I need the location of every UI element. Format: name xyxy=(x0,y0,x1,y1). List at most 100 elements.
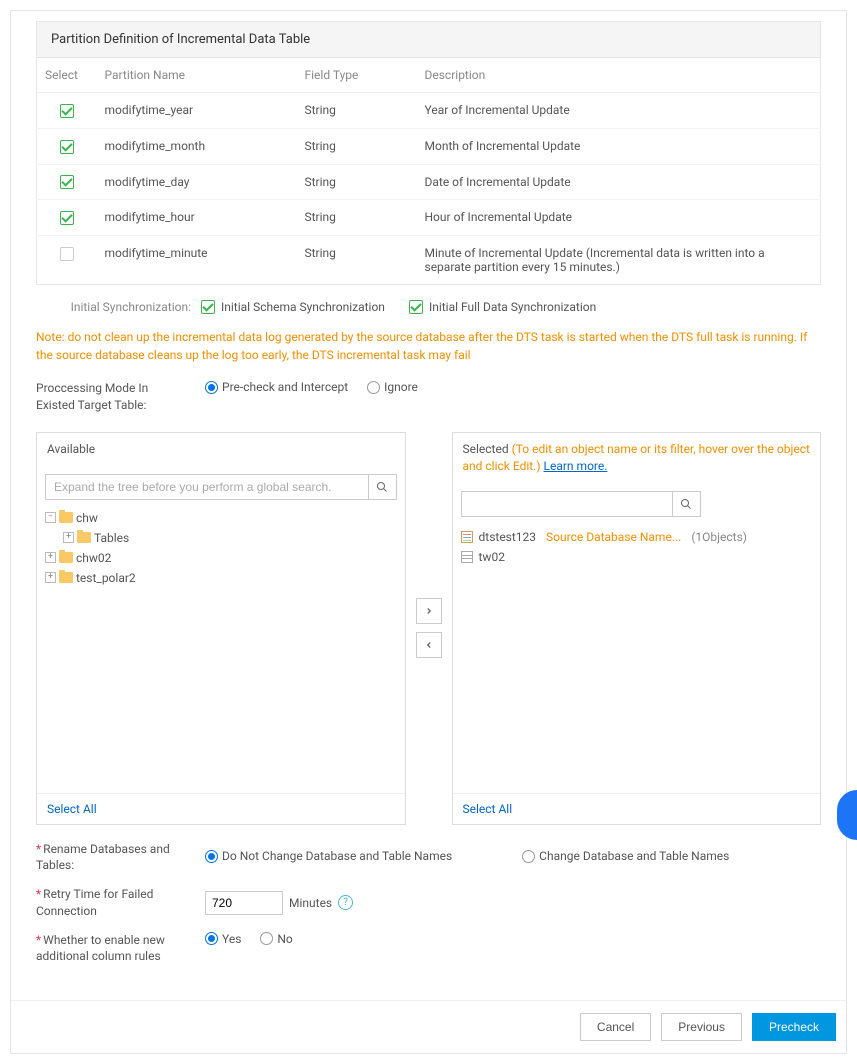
retry-unit: Minutes xyxy=(289,896,332,910)
radio-icon xyxy=(522,850,535,863)
row-type: String xyxy=(297,93,417,129)
previous-button[interactable]: Previous xyxy=(661,1013,742,1041)
full-data-sync-label: Initial Full Data Synchronization xyxy=(429,300,596,314)
radio-icon xyxy=(205,850,218,863)
table-row: modifytime_month String Month of Increme… xyxy=(37,128,821,164)
rename-label: Rename Databases and Tables: xyxy=(36,841,191,875)
row-desc: Month of Incremental Update xyxy=(417,128,821,164)
processing-mode-label: Proccessing Mode In Existed Target Table… xyxy=(36,380,191,414)
available-search-button[interactable] xyxy=(368,475,396,499)
folder-icon xyxy=(59,512,73,523)
tree-label: test_polar2 xyxy=(76,571,136,585)
tree-node-test-polar2[interactable]: + test_polar2 xyxy=(45,568,397,588)
cancel-button[interactable]: Cancel xyxy=(580,1013,651,1041)
change-names-label: Change Database and Table Names xyxy=(539,849,729,863)
selected-item-count: (1Objects) xyxy=(691,530,747,544)
help-icon[interactable]: ? xyxy=(338,895,353,910)
tree-node-chw[interactable]: − chw xyxy=(45,508,397,528)
expand-icon[interactable]: + xyxy=(45,552,56,563)
available-panel: Available − chw + xyxy=(36,432,406,825)
row-checkbox[interactable] xyxy=(60,140,74,154)
move-left-button[interactable] xyxy=(416,632,442,658)
row-name: modifytime_year xyxy=(97,93,297,129)
row-desc: Hour of Incremental Update xyxy=(417,200,821,236)
precheck-intercept-option[interactable]: Pre-check and Intercept xyxy=(205,380,348,394)
row-desc: Year of Incremental Update xyxy=(417,93,821,129)
col-header-select: Select xyxy=(37,58,97,93)
row-desc: Date of Incremental Update xyxy=(417,164,821,200)
no-label: No xyxy=(277,932,292,946)
selected-item-label: dtstest123 xyxy=(479,530,537,544)
available-title: Available xyxy=(37,433,405,466)
yes-label: Yes xyxy=(222,932,241,946)
row-checkbox[interactable] xyxy=(60,175,74,189)
partition-table: Select Partition Name Field Type Descrip… xyxy=(36,58,821,285)
available-search-input[interactable] xyxy=(46,475,368,499)
row-type: String xyxy=(297,236,417,285)
radio-icon xyxy=(205,932,218,945)
selected-panel: Selected (To edit an object name or its … xyxy=(452,432,822,825)
row-name: modifytime_day xyxy=(97,164,297,200)
row-name: modifytime_month xyxy=(97,128,297,164)
ignore-option[interactable]: Ignore xyxy=(367,380,418,394)
selected-search-input[interactable] xyxy=(462,492,672,516)
col-header-type: Field Type xyxy=(297,58,417,93)
table-row: modifytime_day String Date of Incrementa… xyxy=(37,164,821,200)
row-desc: Minute of Incremental Update (Incrementa… xyxy=(417,236,821,285)
col-header-name: Partition Name xyxy=(97,58,297,93)
row-checkbox[interactable] xyxy=(60,211,74,225)
schema-sync-checkbox[interactable] xyxy=(201,300,215,314)
tree-label: chw02 xyxy=(76,551,111,565)
tree-label: Tables xyxy=(94,531,129,545)
new-col-no-option[interactable]: No xyxy=(260,932,292,946)
selected-item-dtstest123[interactable]: dtstest123 Source Database Name... (1Obj… xyxy=(461,527,813,547)
new-col-yes-option[interactable]: Yes xyxy=(205,932,241,946)
table-row: modifytime_year String Year of Increment… xyxy=(37,93,821,129)
schema-sync-label: Initial Schema Synchronization xyxy=(221,300,385,314)
table-row: modifytime_hour String Hour of Increment… xyxy=(37,200,821,236)
search-icon xyxy=(376,481,388,493)
tree-node-tables[interactable]: + Tables xyxy=(63,528,397,548)
table-icon xyxy=(461,551,473,563)
chevron-left-icon xyxy=(424,640,434,650)
radio-icon xyxy=(205,381,218,394)
selected-item-source: Source Database Name... xyxy=(546,530,681,544)
folder-icon xyxy=(77,532,91,543)
precheck-intercept-label: Pre-check and Intercept xyxy=(222,380,348,394)
folder-icon xyxy=(59,552,73,563)
do-not-change-option[interactable]: Do Not Change Database and Table Names xyxy=(205,849,452,863)
selected-select-all[interactable]: Select All xyxy=(463,802,513,816)
row-type: String xyxy=(297,200,417,236)
full-data-sync-checkbox[interactable] xyxy=(409,300,423,314)
expand-icon[interactable]: + xyxy=(45,572,56,583)
precheck-button[interactable]: Precheck xyxy=(752,1013,836,1041)
search-icon xyxy=(680,498,692,510)
row-name: modifytime_minute xyxy=(97,236,297,285)
selected-item-tw02[interactable]: tw02 xyxy=(461,547,813,567)
available-select-all[interactable]: Select All xyxy=(47,802,97,816)
retry-time-input[interactable] xyxy=(205,891,283,915)
selected-search-button[interactable] xyxy=(672,492,700,516)
ignore-label: Ignore xyxy=(384,380,418,394)
selected-hint: (To edit an object name or its filter, h… xyxy=(463,442,810,473)
tree-label: chw xyxy=(76,511,98,525)
radio-icon xyxy=(260,932,273,945)
row-name: modifytime_hour xyxy=(97,200,297,236)
row-checkbox[interactable] xyxy=(60,247,74,261)
folder-icon xyxy=(59,572,73,583)
chevron-right-icon xyxy=(424,606,434,616)
learn-more-link[interactable]: Learn more. xyxy=(544,459,608,473)
initial-sync-label: Initial Synchronization: xyxy=(36,300,191,314)
col-header-desc: Description xyxy=(417,58,821,93)
collapse-icon[interactable]: − xyxy=(45,512,56,523)
change-names-option[interactable]: Change Database and Table Names xyxy=(522,849,729,863)
row-type: String xyxy=(297,128,417,164)
partition-panel-title: Partition Definition of Incremental Data… xyxy=(36,21,821,58)
warning-note: Note: do not clean up the incremental da… xyxy=(36,328,821,364)
expand-icon[interactable]: + xyxy=(63,532,74,543)
new-column-rules-label: Whether to enable new additional column … xyxy=(36,932,191,966)
row-checkbox[interactable] xyxy=(60,104,74,118)
tree-node-chw02[interactable]: + chw02 xyxy=(45,548,397,568)
move-right-button[interactable] xyxy=(416,598,442,624)
row-type: String xyxy=(297,164,417,200)
